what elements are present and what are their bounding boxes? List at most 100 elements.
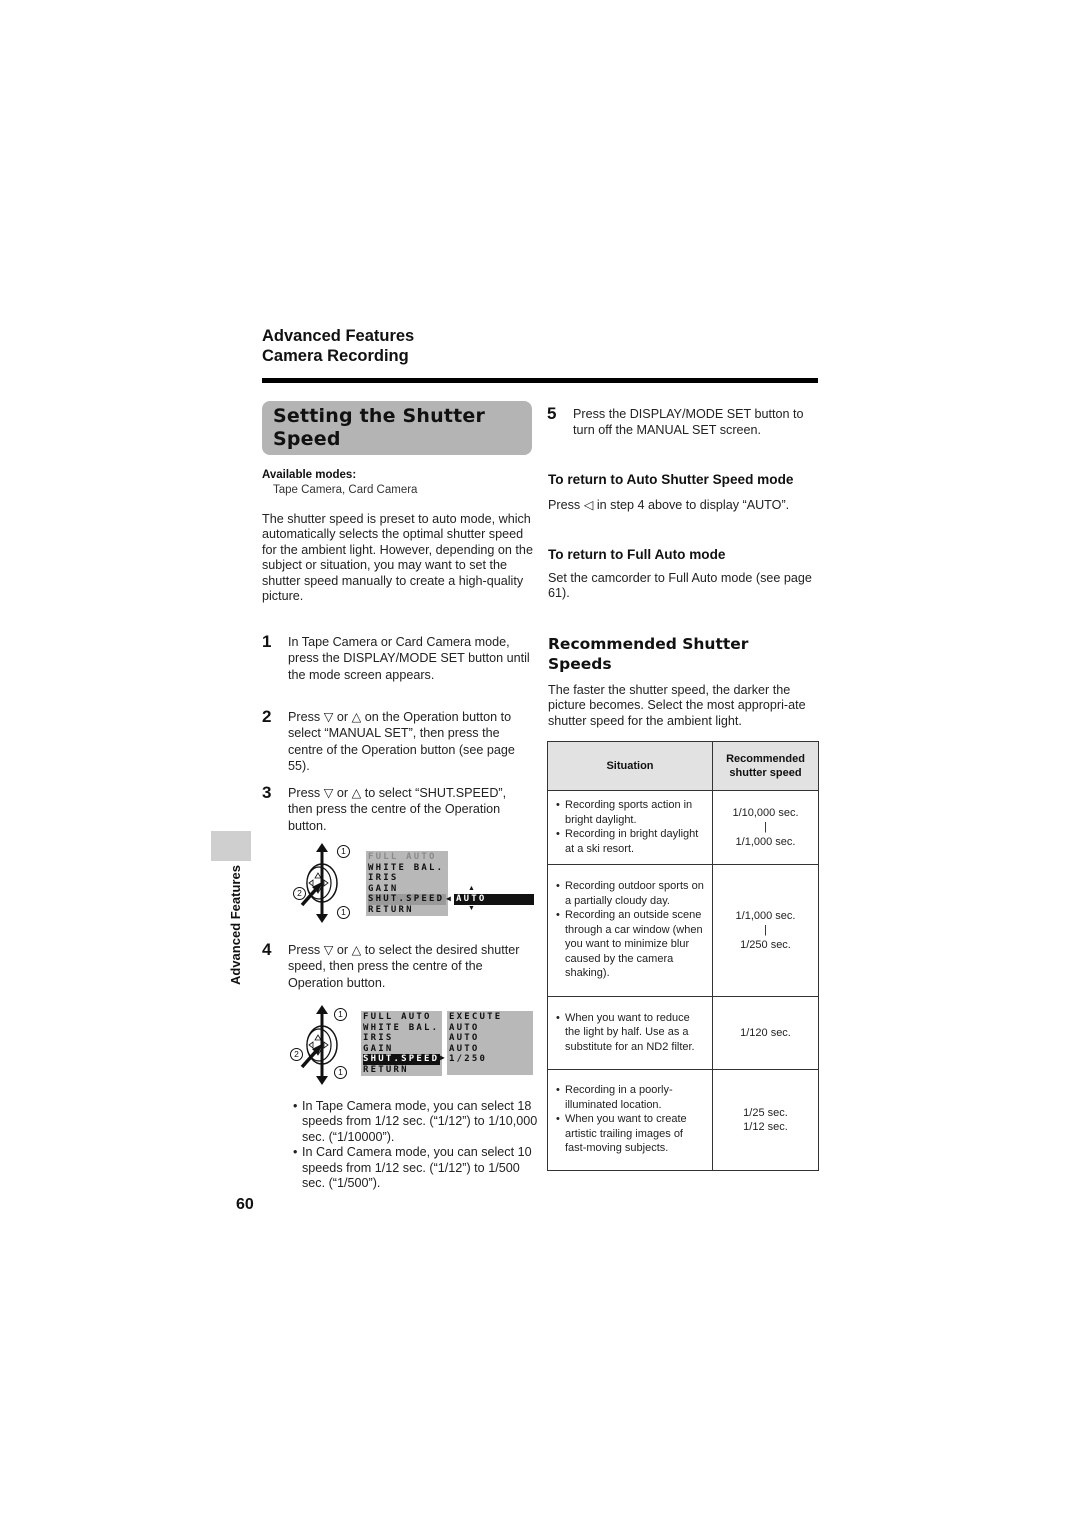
menu-value-selected: 1/250 xyxy=(449,1054,488,1064)
speed-cell: 1/1,000 sec. | 1/250 sec. xyxy=(712,864,819,997)
step-text: Press the DISPLAY/MODE SET button to tur… xyxy=(573,407,804,438)
step-4: 4 Press ▽ or △ to select the desired shu… xyxy=(262,940,534,991)
step-text: Press ▽ or △ on the Operation button to … xyxy=(288,710,515,773)
table-row: Recording sports action in bright daylig… xyxy=(547,790,819,865)
return-auto-heading: To return to Auto Shutter Speed mode xyxy=(548,472,794,487)
situation-cell: Recording outdoor sports on a partially … xyxy=(547,864,713,997)
speed-value: 1/250 sec. xyxy=(740,938,791,951)
note-item: In Card Camera mode, you can select 10 s… xyxy=(293,1145,538,1191)
speed-cell: 1/120 sec. xyxy=(712,996,819,1070)
situation-item: Recording outdoor sports on a partially … xyxy=(556,879,706,908)
recommended-heading-line1: Recommended Shutter xyxy=(548,635,749,653)
callout-1-down: 1 xyxy=(334,1066,347,1079)
menu-item: WHITE BAL. xyxy=(363,1022,440,1033)
shutter-value: AUTO xyxy=(454,894,534,905)
speed-value: 1/1,000 sec. xyxy=(735,909,796,922)
page-title-line1: Setting the Shutter xyxy=(273,405,486,427)
menu-item: WHITE BAL. xyxy=(368,862,445,873)
step-text: In Tape Camera or Card Camera mode, pres… xyxy=(288,635,530,682)
available-modes-label: Available modes: xyxy=(262,469,357,481)
section-header: Advanced Features Camera Recording xyxy=(262,326,414,366)
menu-item: IRIS xyxy=(363,1033,394,1043)
intro-paragraph: The shutter speed is preset to auto mode… xyxy=(262,512,533,604)
menu-item-selected: SHUT.SPEED xyxy=(368,894,446,905)
menu-value: AUTO xyxy=(449,1022,480,1033)
step-5: 5 Press the DISPLAY/MODE SET button to t… xyxy=(547,404,817,439)
step-text: Press ▽ or △ to select “SHUT.SPEED”, the… xyxy=(288,786,507,833)
recommended-section: Recommended Shutter Speeds The faster th… xyxy=(548,634,818,729)
shutter-speed-table: Situation Recommended shutter speed Reco… xyxy=(547,741,819,1171)
page-number: 60 xyxy=(236,1196,254,1213)
side-tab-marker xyxy=(211,831,251,861)
header-rule xyxy=(262,378,818,383)
menu-item: RETURN xyxy=(363,1064,409,1075)
header-situation: Situation xyxy=(547,741,713,791)
page-title-box: Setting the Shutter Speed xyxy=(262,401,532,455)
menu-value: AUTO xyxy=(449,1033,480,1043)
page-title-line2: Speed xyxy=(273,428,341,450)
return-full-auto-text: Set the camcorder to Full Auto mode (see… xyxy=(548,571,812,601)
speed-value: 1/120 sec. xyxy=(740,1026,791,1039)
situation-item: Recording in bright daylight at a ski re… xyxy=(556,827,706,856)
situation-item: When you want to create artistic trailin… xyxy=(556,1112,706,1156)
speed-value: 1/25 sec. xyxy=(743,1106,788,1119)
menu-value: EXECUTE xyxy=(449,1012,503,1022)
menu-item: RETURN xyxy=(368,904,414,915)
menu-item-selected: SHUT.SPEED xyxy=(363,1054,440,1065)
table-row: When you want to reduce the light by hal… xyxy=(547,996,819,1070)
speed-value: 1/10,000 sec. xyxy=(732,806,799,819)
recommended-heading-line2: Speeds xyxy=(548,655,612,673)
page-title: Setting the Shutter Speed xyxy=(273,405,485,451)
up-arrow-icon: ▲ xyxy=(468,885,475,892)
side-tab-label: Advanced Features xyxy=(228,865,248,985)
menu-item: GAIN xyxy=(363,1043,394,1054)
mode-menu: FULL AUTO WHITE BAL. IRIS GAIN SHUT.SPEE… xyxy=(366,851,448,916)
return-full-auto-section: To return to Full Auto mode Set the camc… xyxy=(548,546,818,602)
step-2: 2 Press ▽ or △ on the Operation button t… xyxy=(262,707,534,774)
menu-item: IRIS xyxy=(368,873,399,883)
pointer-right-icon: ▶ xyxy=(440,1053,448,1062)
step-text: Press ▽ or △ to select the desired shutt… xyxy=(288,943,520,990)
available-modes: Available modes: Tape Camera, Card Camer… xyxy=(262,468,534,498)
header-shutter-speed: Recommended shutter speed xyxy=(712,741,819,791)
menu-item: FULL AUTO xyxy=(368,852,437,862)
return-auto-section: To return to Auto Shutter Speed mode Pre… xyxy=(548,471,818,513)
table-row: Recording outdoor sports on a partially … xyxy=(547,864,819,997)
speed-cell: 1/25 sec. 1/12 sec. xyxy=(712,1069,819,1171)
step-number: 3 xyxy=(262,783,272,802)
speed-value: 1/1,000 sec. xyxy=(735,835,796,848)
callout-1-down: 1 xyxy=(337,906,350,919)
step-number: 1 xyxy=(262,632,272,651)
pointer-left-icon: ◀ xyxy=(446,894,454,903)
side-tab-text: Advanced Features xyxy=(228,865,243,985)
menu-item: FULL AUTO xyxy=(363,1012,432,1022)
situation-cell: When you want to reduce the light by hal… xyxy=(547,996,713,1070)
step-1: 1 In Tape Camera or Card Camera mode, pr… xyxy=(262,632,534,683)
step-3: 3 Press ▽ or △ to select “SHUT.SPEED”, t… xyxy=(262,783,534,834)
recommended-text: The faster the shutter speed, the darker… xyxy=(548,683,806,728)
situation-cell: Recording sports action in bright daylig… xyxy=(547,790,713,865)
operation-diagram-2: 1 2 1 FULL AUTO WHITE BAL. IRIS GAIN SHU… xyxy=(288,1005,538,1085)
table-row: Recording in a poorly-illuminated locati… xyxy=(547,1069,819,1171)
range-separator: | xyxy=(764,821,767,834)
step-number: 5 xyxy=(547,404,557,423)
mode-menu: FULL AUTO WHITE BAL. IRIS GAIN SHUT.SPEE… xyxy=(361,1011,442,1076)
situation-item: Recording in a poorly-illuminated locati… xyxy=(556,1083,706,1112)
callout-2: 2 xyxy=(290,1048,303,1061)
subsection-title: Camera Recording xyxy=(262,347,409,365)
step-number: 4 xyxy=(262,940,272,959)
speed-value: 1/12 sec. xyxy=(743,1121,788,1133)
available-modes-value: Tape Camera, Card Camera xyxy=(273,484,418,496)
value-menu: EXECUTE AUTO AUTO AUTO 1/250 xyxy=(447,1011,533,1075)
callout-1-up: 1 xyxy=(334,1008,347,1021)
range-separator: | xyxy=(764,924,767,937)
callout-2: 2 xyxy=(293,887,306,900)
return-full-auto-heading: To return to Full Auto mode xyxy=(548,547,726,562)
table-header-row: Situation Recommended shutter speed xyxy=(547,741,819,791)
recommended-heading: Recommended Shutter Speeds xyxy=(548,634,818,674)
situation-item: When you want to reduce the light by hal… xyxy=(556,1011,706,1055)
menu-value: AUTO xyxy=(449,1043,480,1054)
return-auto-text: Press ◁ in step 4 above to display “AUTO… xyxy=(548,498,790,512)
operation-diagram-1: 1 2 1 FULL AUTO WHITE BAL. IRIS GAIN SHU… xyxy=(288,843,538,923)
step-number: 2 xyxy=(262,707,272,726)
